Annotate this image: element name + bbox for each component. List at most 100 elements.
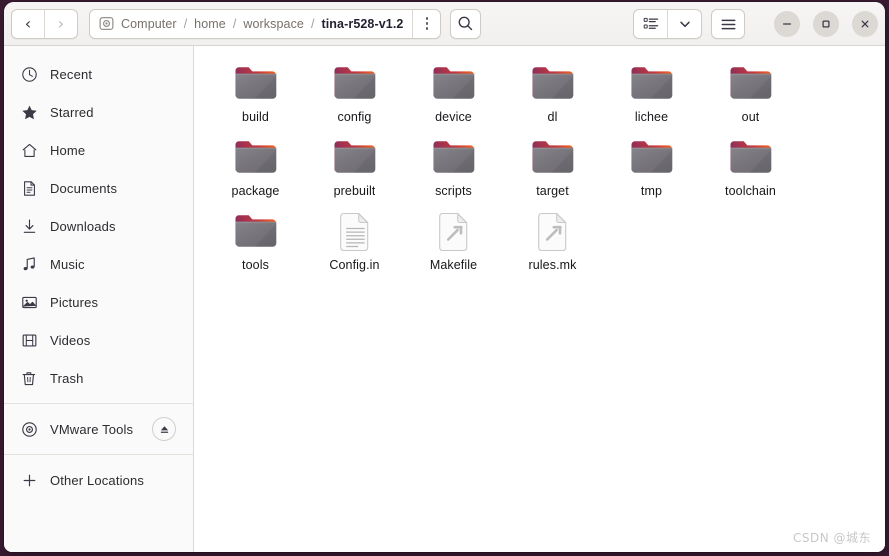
video-icon xyxy=(21,332,38,349)
sidebar-item-label: Downloads xyxy=(50,218,116,234)
file-item-label: Config.in xyxy=(329,258,380,272)
folder-icon xyxy=(429,134,479,182)
path-options-button[interactable] xyxy=(412,9,440,38)
close-icon xyxy=(861,20,869,28)
path-options-icon xyxy=(425,17,429,30)
file-manager-window: ‹ › Computer / home / workspace / tina-r528-v1… xyxy=(4,2,885,552)
maximize-button[interactable] xyxy=(813,11,839,37)
sidebar-separator xyxy=(4,403,193,404)
clock-icon xyxy=(21,66,38,83)
list-view-button[interactable] xyxy=(634,10,668,38)
download-icon xyxy=(21,218,38,235)
file-item[interactable]: tmp xyxy=(602,132,701,206)
sidebar-separator xyxy=(4,454,193,455)
makefile-icon xyxy=(429,208,479,256)
file-item-label: tools xyxy=(242,258,269,272)
sidebar-item-label: Trash xyxy=(50,370,84,386)
file-item-label: package xyxy=(231,184,280,198)
sidebar-item-documents[interactable]: Documents xyxy=(4,169,193,207)
picture-icon xyxy=(21,294,38,311)
file-item[interactable]: rules.mk xyxy=(503,206,602,280)
file-grid-area[interactable]: build config device dl lichee out package prebu… xyxy=(194,46,885,552)
plus-icon xyxy=(21,472,38,489)
folder-icon xyxy=(231,208,281,256)
file-item[interactable]: lichee xyxy=(602,58,701,132)
folder-icon xyxy=(330,60,380,108)
file-item-label: prebuilt xyxy=(333,184,376,198)
document-icon xyxy=(21,180,38,197)
sidebar-item-label: Other Locations xyxy=(50,472,145,488)
file-item[interactable]: build xyxy=(206,58,305,132)
file-item[interactable]: Config.in xyxy=(305,206,404,280)
file-item-label: config xyxy=(337,110,372,124)
folder-icon xyxy=(231,134,281,182)
sidebar-item-label: Pictures xyxy=(50,294,99,310)
text-file-icon xyxy=(330,208,380,256)
minimize-icon xyxy=(782,23,792,25)
forward-button[interactable]: › xyxy=(45,10,77,38)
breadcrumb-item-tina-r528-v1-2[interactable]: tina-r528-v1.2 xyxy=(321,17,403,31)
window-controls xyxy=(761,11,878,37)
file-item[interactable]: target xyxy=(503,132,602,206)
chevron-left-icon: ‹ xyxy=(24,13,32,33)
sidebar-item-pictures[interactable]: Pictures xyxy=(4,283,193,321)
sidebar-item-downloads[interactable]: Downloads xyxy=(4,207,193,245)
file-item-label: target xyxy=(536,184,569,198)
folder-icon xyxy=(726,60,776,108)
file-item[interactable]: config xyxy=(305,58,404,132)
sidebar-item-home[interactable]: Home xyxy=(4,131,193,169)
breadcrumb-item-computer[interactable]: Computer xyxy=(121,17,177,31)
file-item-label: device xyxy=(435,110,472,124)
breadcrumb-separator: / xyxy=(310,16,315,31)
music-icon xyxy=(21,256,38,273)
eject-icon[interactable] xyxy=(152,417,176,441)
search-button[interactable] xyxy=(450,8,482,39)
close-button[interactable] xyxy=(852,11,878,37)
sidebar-item-music[interactable]: Music xyxy=(4,245,193,283)
file-item-label: lichee xyxy=(634,110,669,124)
sidebar-item-label: Recent xyxy=(50,66,93,82)
sidebar-item-label: Videos xyxy=(50,332,91,348)
sidebar-item-starred[interactable]: Starred xyxy=(4,93,193,131)
maximize-icon xyxy=(822,20,830,28)
back-button[interactable]: ‹ xyxy=(12,9,45,38)
file-item[interactable]: prebuilt xyxy=(305,132,404,206)
file-item[interactable]: out xyxy=(701,58,800,132)
file-item[interactable]: dl xyxy=(503,58,602,132)
chevron-down-icon xyxy=(679,21,690,28)
disc-icon xyxy=(21,421,38,438)
file-item[interactable]: tools xyxy=(206,206,305,280)
folder-icon xyxy=(528,60,578,108)
folder-icon xyxy=(429,60,479,108)
minimize-button[interactable] xyxy=(774,11,800,37)
file-item[interactable]: toolchain xyxy=(701,132,800,206)
window-body: Recent Starred Home Documents Downloads Music… xyxy=(4,46,885,552)
file-item-label: dl xyxy=(547,110,558,124)
file-item[interactable]: scripts xyxy=(404,132,503,206)
file-item[interactable]: device xyxy=(404,58,503,132)
file-item-label: toolchain xyxy=(725,184,776,198)
breadcrumb: Computer / home / workspace / tina-r528-v1.2 xyxy=(89,8,442,39)
sidebar-item-label: Music xyxy=(50,256,85,272)
main-menu-button[interactable] xyxy=(711,9,745,39)
sidebar-item-videos[interactable]: Videos xyxy=(4,321,193,359)
computer-icon xyxy=(99,17,114,30)
sidebar-item-trash[interactable]: Trash xyxy=(4,359,193,397)
header-right-controls xyxy=(633,9,878,39)
home-icon xyxy=(21,142,38,159)
breadcrumb-item-home[interactable]: home xyxy=(194,17,226,31)
sidebar-item-other-locations[interactable]: Other Locations xyxy=(4,461,193,499)
file-item-label: Makefile xyxy=(429,258,478,272)
file-item[interactable]: Makefile xyxy=(404,206,503,280)
sidebar-item-vmware-tools[interactable]: VMware Tools xyxy=(4,410,193,448)
view-options-dropdown[interactable] xyxy=(668,10,701,38)
header-bar: ‹ › Computer / home / workspace / tina-r528-v1… xyxy=(4,2,885,46)
file-item-label: tmp xyxy=(640,184,663,198)
trash-icon xyxy=(21,370,38,387)
breadcrumb-item-workspace[interactable]: workspace xyxy=(243,17,304,31)
sidebar-item-recent[interactable]: Recent xyxy=(4,55,193,93)
file-item[interactable]: package xyxy=(206,132,305,206)
sidebar-item-label: Documents xyxy=(50,180,118,196)
folder-icon xyxy=(528,134,578,182)
navigation-buttons: ‹ › xyxy=(11,8,78,39)
